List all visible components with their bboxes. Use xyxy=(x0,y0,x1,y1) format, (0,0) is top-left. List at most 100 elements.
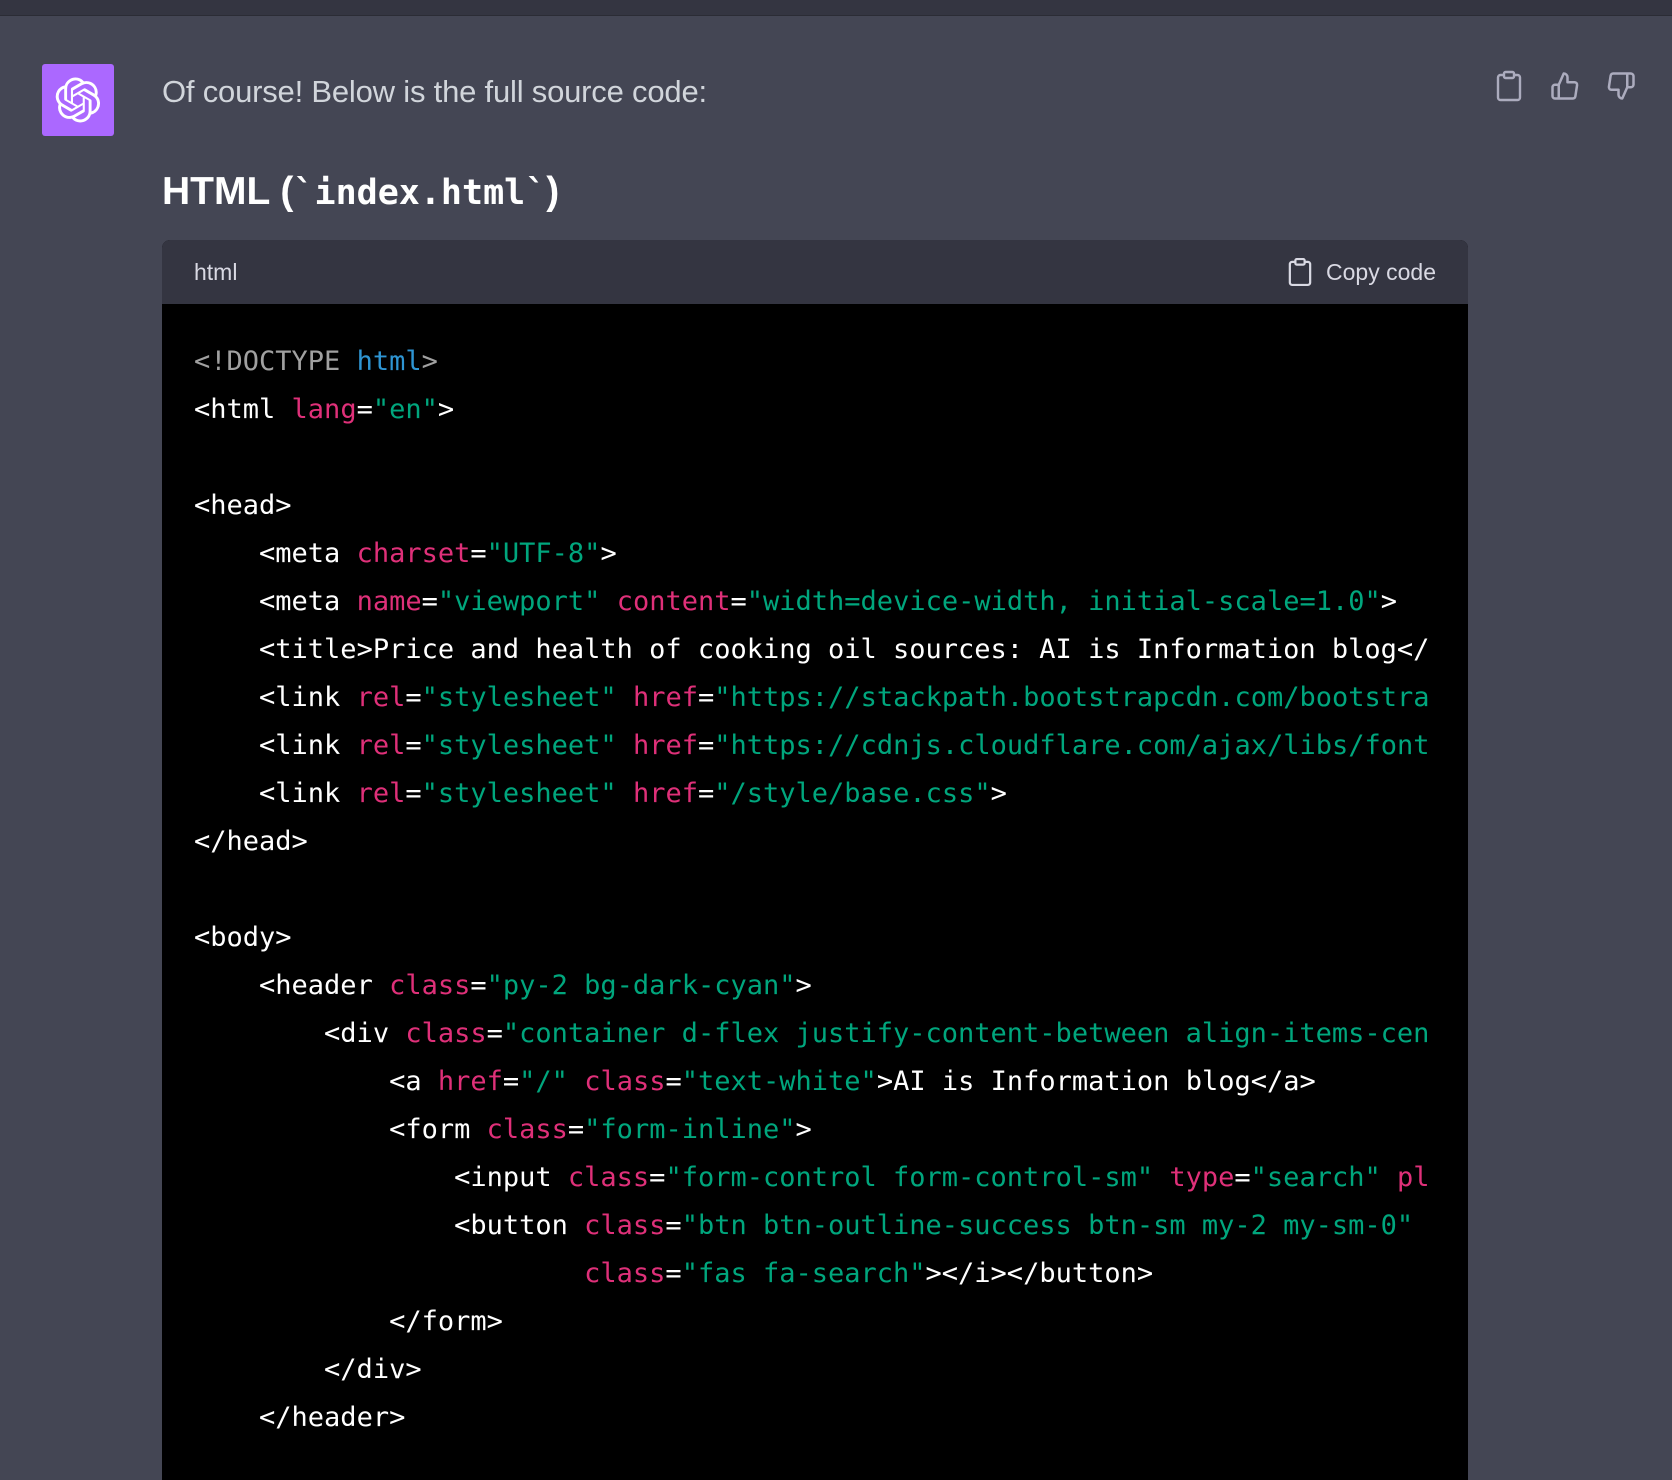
code-token: = xyxy=(470,970,487,1001)
code-token: = xyxy=(405,682,422,713)
code-line: <a href="/" class="text-white">AI is Inf… xyxy=(194,1058,1468,1106)
code-token: AI is Information blog xyxy=(893,1066,1251,1097)
code-token: = xyxy=(405,730,422,761)
code-line: </form> xyxy=(194,1298,1468,1346)
code-line: </div> xyxy=(194,1346,1468,1394)
code-content: <!DOCTYPE html> <html lang="en"> <head> <… xyxy=(162,304,1468,1442)
code-line: <header class="py-2 bg-dark-cyan"> xyxy=(194,962,1468,1010)
code-token: class xyxy=(567,1162,650,1193)
code-token: "text-white" xyxy=(681,1066,877,1097)
code-token: > xyxy=(421,346,438,377)
code-line: <html lang="en"> xyxy=(194,386,1468,434)
code-token: </form> xyxy=(389,1306,503,1337)
code-token: rel xyxy=(356,778,406,809)
code-block: html Copy code <!DOCTYPE html> <html lang… xyxy=(162,240,1468,1480)
code-token: "stylesheet" xyxy=(421,730,617,761)
code-token: "btn btn-outline-success btn-sm my-2 my-… xyxy=(681,1210,1414,1241)
code-line: <form class="form-inline"> xyxy=(194,1106,1468,1154)
code-token: charset xyxy=(356,538,471,569)
code-token: "stylesheet" xyxy=(421,778,617,809)
code-token: href xyxy=(632,730,698,761)
code-token: Price and health of cooking oil sources:… xyxy=(372,634,1397,665)
code-token: = xyxy=(665,1258,682,1289)
copy-code-button[interactable]: Copy code xyxy=(1288,257,1436,287)
code-token: = xyxy=(356,394,373,425)
code-token: </header> xyxy=(259,1402,406,1433)
code-token: "viewport" xyxy=(437,586,601,617)
code-line: <input class="form-control form-control-… xyxy=(194,1154,1468,1202)
code-token: <input xyxy=(454,1162,568,1193)
code-token: = xyxy=(502,1066,520,1097)
code-token: "fas fa-search" xyxy=(681,1258,926,1289)
code-token: class xyxy=(405,1018,487,1049)
code-token: <meta xyxy=(259,538,357,569)
code-token: = xyxy=(665,1066,682,1097)
code-line: <title>Price and health of cooking oil s… xyxy=(194,626,1468,674)
code-token: "stylesheet" xyxy=(421,682,617,713)
code-token: name xyxy=(356,586,422,617)
code-token: </head> xyxy=(194,826,308,857)
code-line: <!DOCTYPE html> xyxy=(194,338,1468,386)
code-line: </head> xyxy=(194,818,1468,866)
code-token: > xyxy=(990,778,1007,809)
code-token: "form-control form-control-sm" xyxy=(665,1162,1154,1193)
code-token: "/style/base.css" xyxy=(714,778,991,809)
code-token: html xyxy=(356,346,422,377)
code-token: "https://cdnjs.cloudflare.com/ajax/libs/… xyxy=(714,730,1430,761)
code-token: = xyxy=(421,586,438,617)
code-token: "UTF-8" xyxy=(486,538,601,569)
code-token: rel xyxy=(356,682,406,713)
code-token: "search" xyxy=(1250,1162,1381,1193)
code-token: <title> xyxy=(259,634,373,665)
thumbs-down-button[interactable] xyxy=(1606,70,1636,102)
copy-message-button[interactable] xyxy=(1494,70,1524,102)
code-token: class xyxy=(389,970,471,1001)
code-token: href xyxy=(632,778,698,809)
message-actions xyxy=(1494,70,1636,102)
code-token: <a xyxy=(389,1066,438,1097)
code-token: "width=device-width, initial-scale=1.0" xyxy=(746,586,1381,617)
clipboard-icon xyxy=(1288,257,1312,287)
code-token: <link xyxy=(259,778,357,809)
code-token: class xyxy=(584,1258,666,1289)
copy-code-label: Copy code xyxy=(1326,258,1436,285)
code-token: <head> xyxy=(194,490,292,521)
code-token: = xyxy=(486,1018,503,1049)
code-token: <link xyxy=(259,682,357,713)
code-token: > xyxy=(600,538,617,569)
code-line: <div class="container d-flex justify-con… xyxy=(194,1010,1468,1058)
openai-logo-icon xyxy=(55,77,101,123)
code-token: = xyxy=(649,1162,666,1193)
code-token: </ xyxy=(1396,634,1430,665)
assistant-message-intro: Of course! Below is the full source code… xyxy=(162,74,707,109)
code-token: <!DOCTYPE xyxy=(194,346,357,377)
code-token: = xyxy=(665,1210,682,1241)
code-line: <link rel="stylesheet" href="https://cdn… xyxy=(194,722,1468,770)
code-line: <meta name="viewport" content="width=dev… xyxy=(194,578,1468,626)
code-token: = xyxy=(405,778,422,809)
heading-suffix: ) xyxy=(546,170,560,213)
code-line: <link rel="stylesheet" href="/style/base… xyxy=(194,770,1468,818)
code-line: <button class="btn btn-outline-success b… xyxy=(194,1202,1468,1250)
thumbs-up-button[interactable] xyxy=(1550,70,1580,102)
heading-prefix: HTML ( xyxy=(162,170,294,213)
top-bar xyxy=(0,0,1672,16)
code-token: = xyxy=(1234,1162,1251,1193)
thumbs-down-icon xyxy=(1607,72,1635,100)
code-language-label: html xyxy=(194,258,238,285)
